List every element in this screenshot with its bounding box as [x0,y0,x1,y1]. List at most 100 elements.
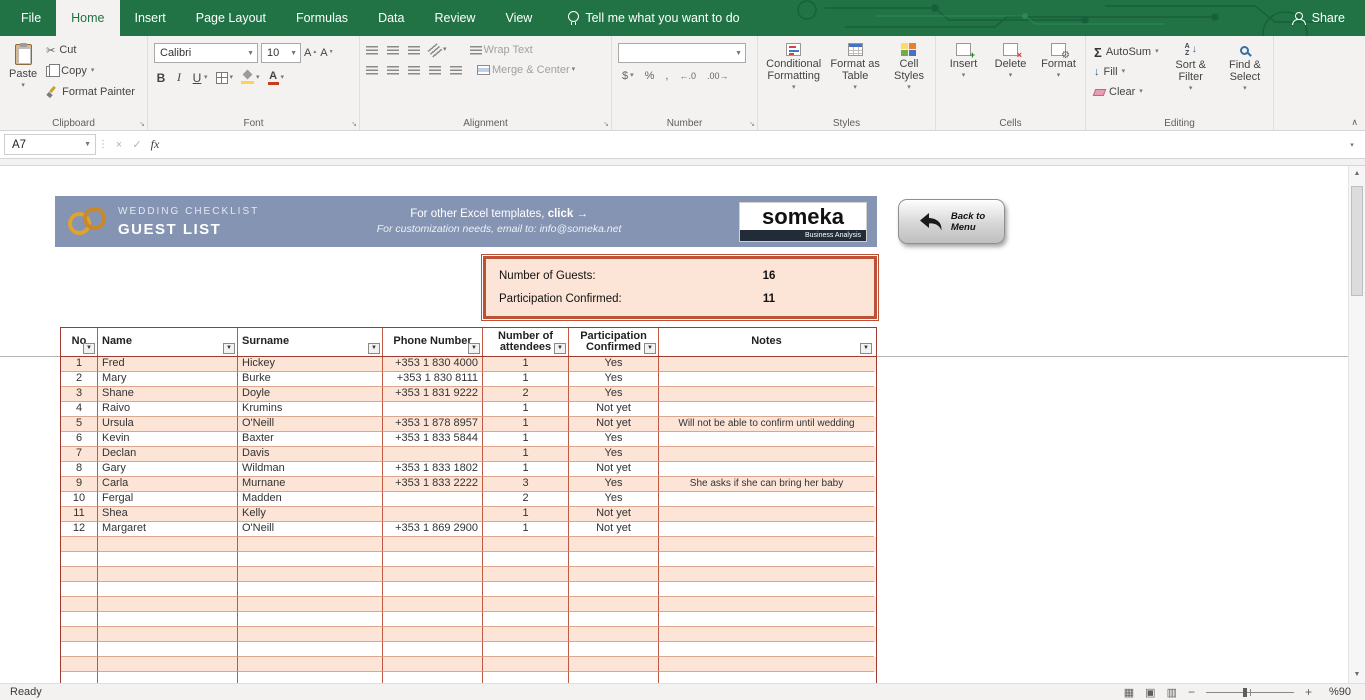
cell-phone[interactable] [383,672,483,683]
cell-surname[interactable] [238,567,383,582]
conditional-formatting-button[interactable]: Conditional Formatting ▾ [764,40,823,114]
cell-no[interactable]: 6 [61,432,98,447]
tab-page-layout[interactable]: Page Layout [181,0,281,36]
cell-attendees[interactable]: 1 [483,462,569,477]
filter-button[interactable]: ▼ [554,343,566,354]
tab-formulas[interactable]: Formulas [281,0,363,36]
cell-notes[interactable] [659,567,874,582]
cell-surname[interactable]: Hickey [238,357,383,372]
cut-button[interactable]: ✂ Cut [44,40,137,60]
cell-notes[interactable] [659,462,874,477]
cell-surname[interactable] [238,672,383,683]
accounting-format-button[interactable]: $ ▾ [622,70,634,82]
tell-me-box[interactable]: Tell me what you want to do [567,0,739,36]
cell-phone[interactable] [383,402,483,417]
cell-no[interactable] [61,672,98,683]
cell-no[interactable] [61,627,98,642]
cell-notes[interactable] [659,597,874,612]
cell-attendees[interactable] [483,567,569,582]
cell-notes[interactable]: She asks if she can bring her baby [659,477,874,492]
bold-button[interactable]: B [156,71,166,85]
merge-caret-icon[interactable]: ▾ [572,66,576,74]
cell-no[interactable] [61,537,98,552]
font-dialog-launcher-icon[interactable]: ↘ [351,120,357,128]
font-color-button[interactable]: A ▾ [268,71,285,85]
cell-notes[interactable] [659,522,874,537]
vertical-scrollbar[interactable]: ▲ ▼ [1348,166,1365,683]
cell-notes[interactable] [659,537,874,552]
underline-button[interactable]: U ▾ [192,71,208,85]
cell-notes[interactable] [659,672,874,683]
cell-confirmed[interactable]: Yes [569,447,659,462]
cell-phone[interactable]: +353 1 833 5844 [383,432,483,447]
zoom-out-button[interactable]: − [1188,685,1195,699]
decrease-font-button[interactable]: A ▼ [320,47,333,59]
paste-caret-icon[interactable]: ▾ [21,82,25,90]
cell-attendees[interactable] [483,582,569,597]
normal-view-icon[interactable]: ▦ [1124,686,1134,699]
cell-notes[interactable]: Will not be able to confirm until weddin… [659,417,874,432]
cell-no[interactable] [61,657,98,672]
orientation-button[interactable]: ▾ [429,46,447,55]
cell-attendees[interactable] [483,672,569,683]
cell-no[interactable] [61,552,98,567]
filter-button[interactable]: ▼ [644,343,656,354]
formula-input[interactable] [164,134,1343,155]
cell-attendees[interactable] [483,552,569,567]
click-link[interactable]: click [548,208,574,220]
clear-button[interactable]: Clear ▾ [1092,82,1161,102]
cell-confirmed[interactable]: Yes [569,432,659,447]
cell-confirmed[interactable]: Not yet [569,507,659,522]
cell-attendees[interactable]: 2 [483,492,569,507]
cancel-icon[interactable]: × [110,139,128,151]
cell-phone[interactable]: +353 1 869 2900 [383,522,483,537]
font-size-dropdown-icon[interactable]: ▼ [290,50,297,57]
column-header-no[interactable]: No▼ [61,328,98,356]
cell-phone[interactable] [383,552,483,567]
cell-no[interactable]: 11 [61,507,98,522]
column-header-surname[interactable]: Surname▼ [238,328,383,356]
cell-notes[interactable] [659,582,874,597]
alignment-dialog-launcher-icon[interactable]: ↘ [603,120,609,128]
cell-confirmed[interactable]: Not yet [569,522,659,537]
cell-notes[interactable] [659,612,874,627]
cell-notes[interactable] [659,447,874,462]
name-box-dropdown-icon[interactable]: ▼ [84,141,91,148]
filter-button[interactable]: ▼ [468,343,480,354]
cell-styles-button[interactable]: Cell Styles ▾ [887,40,931,114]
cell-name[interactable] [98,612,238,627]
cell-confirmed[interactable] [569,552,659,567]
increase-decimal-icon[interactable]: ←.0 [679,71,696,81]
filter-button[interactable]: ▼ [368,343,380,354]
cell-attendees[interactable]: 3 [483,477,569,492]
font-color-caret-icon[interactable]: ▾ [281,74,285,82]
cell-no[interactable] [61,612,98,627]
cell-no[interactable]: 4 [61,402,98,417]
cell-name[interactable]: Carla [98,477,238,492]
worksheet[interactable]: WEDDING CHECKLIST GUEST LIST For other E… [0,166,1365,683]
cell-confirmed[interactable]: Yes [569,492,659,507]
filter-button[interactable]: ▼ [223,343,235,354]
tab-review[interactable]: Review [419,0,490,36]
cell-surname[interactable] [238,657,383,672]
cell-phone[interactable]: +353 1 830 4000 [383,357,483,372]
cell-name[interactable] [98,552,238,567]
cell-surname[interactable]: Kelly [238,507,383,522]
cell-confirmed[interactable] [569,582,659,597]
cell-no[interactable]: 9 [61,477,98,492]
cell-no[interactable]: 8 [61,462,98,477]
cell-name[interactable]: Shane [98,387,238,402]
enter-icon[interactable]: ✓ [128,138,146,151]
filter-button[interactable]: ▼ [83,343,95,354]
cell-no[interactable]: 3 [61,387,98,402]
cell-surname[interactable] [238,552,383,567]
cell-attendees[interactable]: 1 [483,402,569,417]
cell-confirmed[interactable]: Yes [569,372,659,387]
cell-attendees[interactable]: 1 [483,522,569,537]
zoom-slider[interactable] [1206,686,1294,698]
cell-attendees[interactable] [483,612,569,627]
cell-notes[interactable] [659,357,874,372]
cell-surname[interactable]: Davis [238,447,383,462]
fill-color-caret-icon[interactable]: ▾ [256,74,260,82]
font-name-select[interactable]: Calibri ▼ [154,43,258,63]
